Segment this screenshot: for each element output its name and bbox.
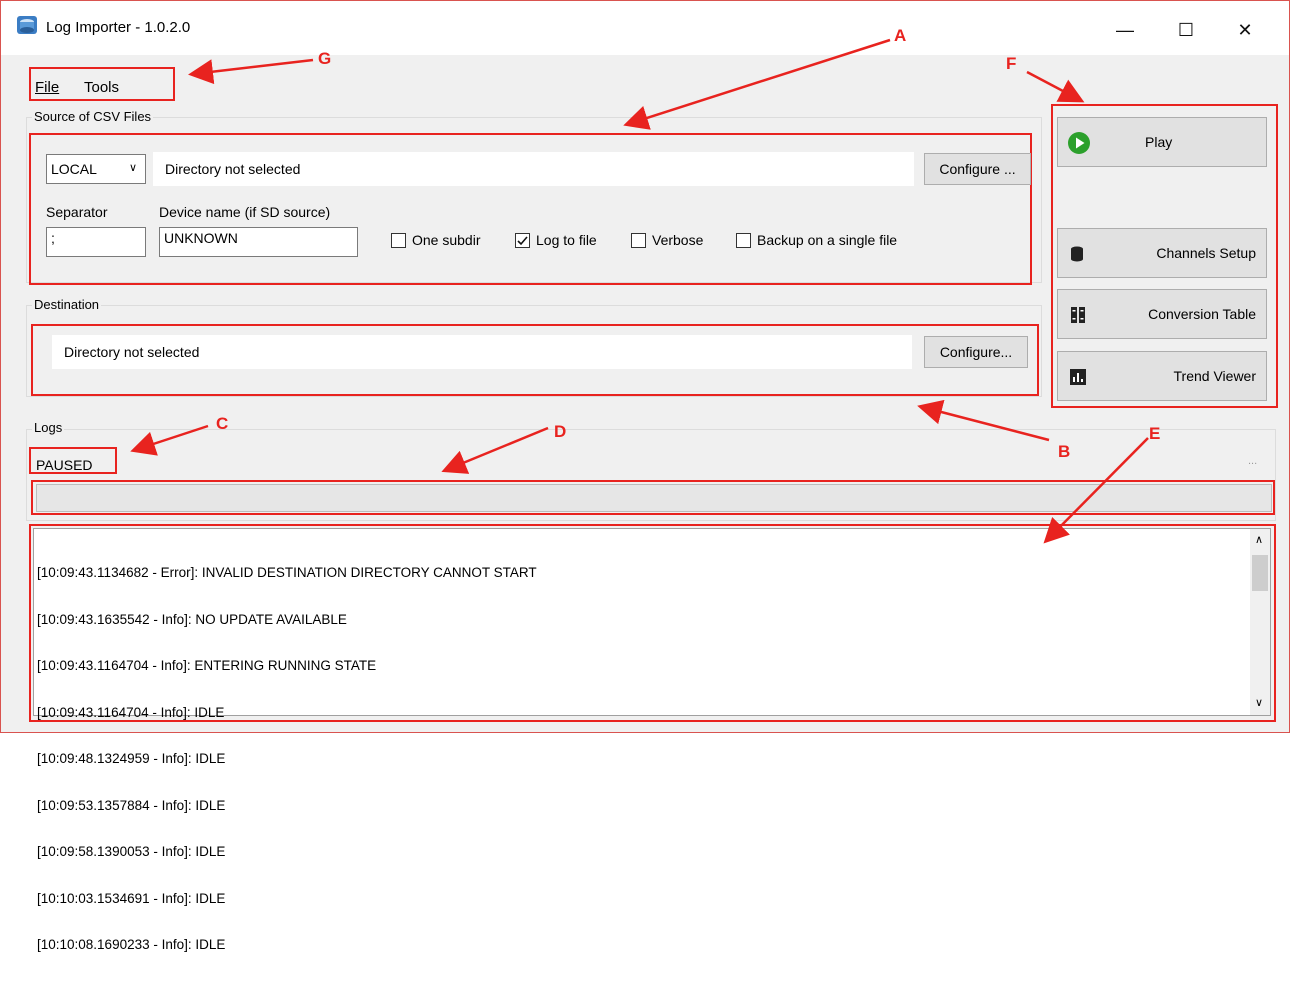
annotation-label-g: G: [318, 49, 332, 68]
log-line: [10:10:08.1690233 - Info]: IDLE: [37, 937, 226, 952]
log-line: [10:09:53.1357884 - Info]: IDLE: [37, 797, 226, 813]
annotation-label-a: A: [894, 26, 907, 45]
annotation-arrows: [130, 38, 1149, 544]
annotation-label-b: B: [1058, 442, 1071, 461]
log-line: [10:10:03.1534691 - Info]: IDLE: [37, 890, 226, 906]
annotation-label-e: E: [1149, 424, 1161, 443]
annotation-label-d: D: [554, 422, 567, 441]
log-line: [10:09:58.1390053 - Info]: IDLE: [37, 844, 226, 859]
annotation-label-c: C: [216, 414, 229, 433]
annotation-label-f: F: [1006, 54, 1017, 73]
log-line: [10:09:48.1324959 - Info]: IDLE: [37, 751, 226, 766]
